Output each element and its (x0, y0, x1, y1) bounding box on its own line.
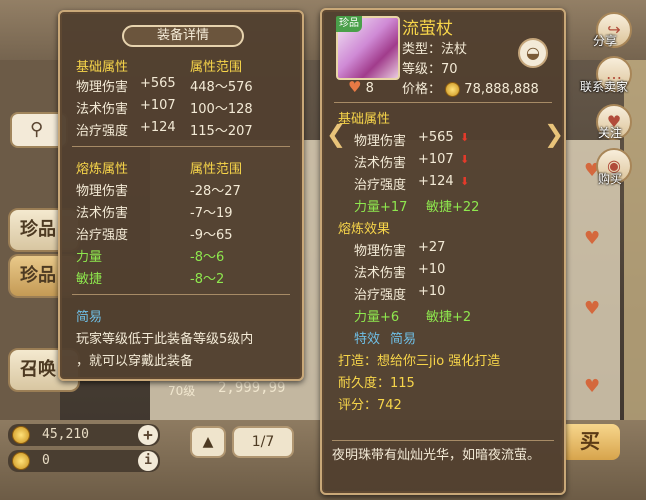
forge-info: 打造：想给你三jio 强化打造 (338, 354, 501, 369)
page-indicator: 1/7 (232, 426, 294, 458)
score: 评分：742 (338, 398, 402, 413)
staff-icon: 珍品 (336, 16, 400, 80)
equipment-detail-panel: 装备详情 基础属性 属性范围 物理伤害 +565 448～576 法术伤害 +1… (58, 10, 304, 381)
item-type: 类型：法杖 (402, 42, 468, 57)
heart-icon[interactable]: ♥ (584, 300, 606, 318)
info-button[interactable]: i (138, 451, 158, 471)
refine-attr-header: 熔炼属性 (76, 162, 129, 177)
item-price: 价格： 78,888,888 (402, 82, 539, 97)
refine-agility: 敏捷+2 (426, 310, 472, 325)
easy-description: ，就可以穿戴此装备 (76, 354, 194, 369)
refine-stat-value: +10 (418, 262, 446, 277)
base-stat-range: 100～128 (190, 102, 253, 117)
refine-stat-name: 敏捷 (76, 272, 103, 287)
refine-stat-range: -9～65 (190, 228, 233, 243)
coin-icon (445, 82, 461, 97)
base-stat-value: +107 (418, 152, 454, 167)
follow-label: 关注 (598, 126, 623, 140)
durability: 耐久度：115 (338, 376, 415, 391)
add-gold-button[interactable]: + (138, 425, 158, 445)
base-stat-range: 115～207 (190, 124, 253, 139)
share-label: 分享 (593, 34, 618, 48)
contact-seller-label: 联系卖家 (580, 80, 629, 94)
refine-stat-value: +27 (418, 240, 446, 255)
refine-stat-name: 力量 (76, 250, 103, 265)
stat-down-icon: ⬇ (460, 153, 470, 166)
bonus-strength: 力量+17 (354, 200, 408, 215)
special-effect-value: 简易 (390, 332, 417, 347)
item-name: 流萤杖 (402, 19, 453, 39)
buy-label: 购买 (598, 172, 623, 186)
base-stat-value: +565 (140, 76, 176, 91)
rare-badge: 珍品 (336, 16, 362, 32)
refine-stat-name: 法术伤害 (354, 266, 407, 281)
silver-balance: 0 i (8, 450, 160, 472)
refine-stat-range: -8～2 (190, 272, 225, 287)
stat-down-icon: ⬇ (460, 175, 470, 188)
base-stat-value: +565 (418, 130, 454, 145)
refine-stat-name: 物理伤害 (76, 184, 129, 199)
list-item-price: 2,999,99 (218, 380, 286, 396)
search-icon: ⚲ (30, 119, 44, 140)
next-arrow-icon[interactable]: ❯ (544, 120, 564, 148)
list-item-level: 70级 (168, 384, 196, 398)
refine-stat-name: 法术伤害 (76, 206, 129, 221)
divider (334, 102, 552, 103)
base-stat-name: 法术伤害 (76, 102, 129, 117)
refine-stat-name: 治疗强度 (76, 228, 129, 243)
attr-range-header: 属性范围 (190, 60, 243, 75)
silver-coin-icon (12, 452, 30, 470)
refine-effect-header: 熔炼效果 (338, 222, 391, 237)
gold-coin-icon (12, 426, 30, 444)
item-description: 夜明珠带有灿灿光华，如暗夜流萤。 (332, 448, 541, 463)
refine-stat-range: -7～19 (190, 206, 233, 221)
preview-button[interactable]: ◒ (518, 38, 548, 68)
heart-icon[interactable]: ♥ (584, 230, 606, 248)
base-stat-value: +124 (418, 174, 454, 189)
base-attr-header: 基础属性 (76, 60, 129, 75)
item-description-box: 夜明珠带有灿灿光华，如暗夜流萤。 (332, 440, 554, 488)
bonus-agility: 敏捷+22 (426, 200, 480, 215)
base-stat-name: 治疗强度 (76, 124, 129, 139)
easy-description: 玩家等级低于此装备等级5级内 (76, 332, 254, 347)
panel-title: 装备详情 (122, 25, 244, 47)
base-attr-header: 基础属性 (338, 112, 391, 127)
base-stat-name: 治疗强度 (354, 178, 407, 193)
refine-stat-name: 物理伤害 (354, 244, 407, 259)
stat-down-icon: ⬇ (460, 131, 470, 144)
divider (72, 146, 290, 147)
item-level: 等级：70 (402, 62, 458, 77)
heart-icon[interactable]: ♥ (584, 378, 606, 396)
divider (72, 294, 290, 295)
special-effect-label: 特效 (354, 332, 381, 347)
refine-stat-range: -28～27 (190, 184, 241, 199)
base-stat-name: 物理伤害 (76, 80, 129, 95)
base-stat-range: 448～576 (190, 80, 253, 95)
refine-stat-value: +10 (418, 284, 446, 299)
refine-strength: 力量+6 (354, 310, 400, 325)
base-stat-name: 物理伤害 (354, 134, 407, 149)
page-up-button[interactable]: ▲ (190, 426, 226, 458)
buy-button-background[interactable]: 买 (560, 424, 620, 460)
base-stat-value: +124 (140, 120, 176, 135)
heart-icon: ♥ (348, 78, 362, 96)
refine-stat-range: -8～6 (190, 250, 225, 265)
base-stat-value: +107 (140, 98, 176, 113)
refine-stat-name: 治疗强度 (354, 288, 407, 303)
favorites-count: ♥ 8 (348, 78, 374, 96)
gold-balance: 45,210 + (8, 424, 160, 446)
easy-label: 简易 (76, 310, 103, 325)
refine-range-header: 属性范围 (190, 162, 243, 177)
base-stat-name: 法术伤害 (354, 156, 407, 171)
item-tooltip-panel: 珍品 流萤杖 类型：法杖 等级：70 ◒ ♥ 8 价格： 78,888,888 … (320, 8, 566, 495)
